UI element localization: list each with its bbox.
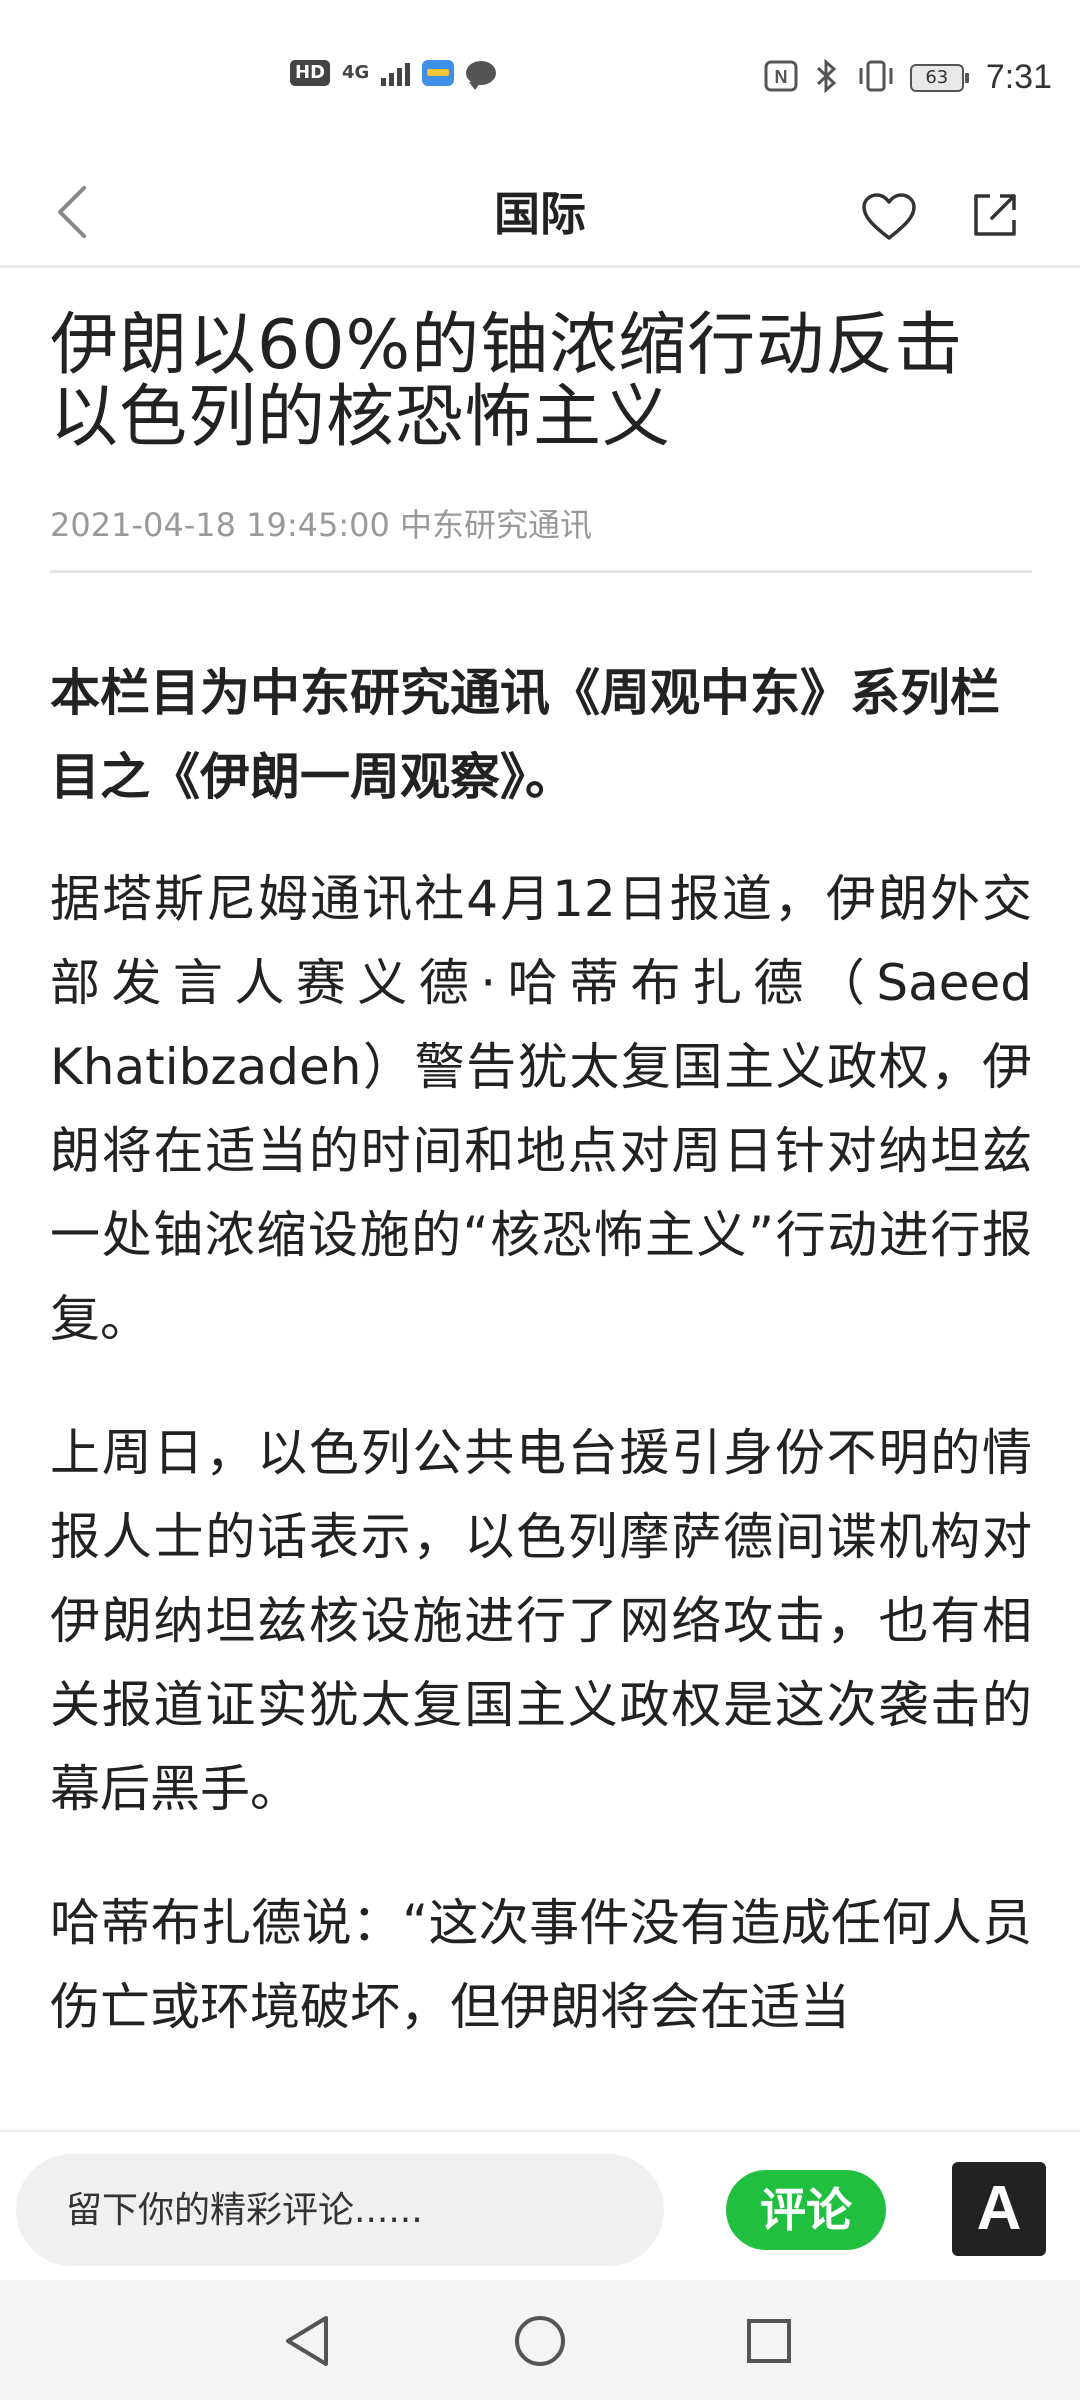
network-type-label: 4G [342,62,370,83]
clock: 7:31 [985,58,1052,96]
favorite-button[interactable] [856,184,922,250]
comment-button[interactable]: 评论 [726,2170,886,2250]
recents-square-icon [747,2319,791,2363]
article-title: 伊朗以60%的铀浓缩行动反击以色列的核恐怖主义 [50,306,964,457]
share-button[interactable] [962,182,1028,248]
article-date: 2021-04-18 19:45:00 [50,506,390,544]
heart-icon [862,193,916,240]
comment-input[interactable] [16,2154,664,2266]
status-bar: HD 4G N 63 7:31 [0,0,1080,160]
article-intro: 本栏目为中东研究通讯《周观中东》系列栏目之《伊朗一周观察》。 [50,664,1000,806]
font-size-button[interactable]: A [952,2162,1046,2256]
hd-icon: HD [290,60,331,86]
app-header: 国际 [0,160,1080,268]
nav-back-button[interactable] [272,2306,342,2376]
chat-icon [466,61,497,90]
article-paragraph: 上周日，以色列公共电台援引身份不明的情报人士的话表示，以色列摩萨德间谍机构对伊朗… [50,1424,1032,1818]
comment-bar: 评论 A [0,2130,1080,2280]
article-paragraph: 据塔斯尼姆通讯社4月12日报道，伊朗外交部发言人赛义德·哈蒂布扎德（Saeed … [50,870,1032,1348]
battery-level: 63 [925,67,949,88]
back-triangle-icon [286,2316,328,2366]
nfc-icon: N [764,60,798,96]
article-meta: 2021-04-18 19:45:00 中东研究通讯 [50,500,1032,546]
nav-recents-button[interactable] [734,2306,804,2376]
article-paragraph: 哈蒂布扎德说：“这次事件没有造成任何人员伤亡或环境破坏，但伊朗将会在适当 [50,1894,1032,2036]
status-left-icons: HD 4G [290,60,497,90]
status-right-icons: N 63 7:31 [764,58,1052,97]
divider [50,570,1032,573]
nav-home-button[interactable] [505,2306,575,2376]
article: 伊朗以60%的铀浓缩行动反击以色列的核恐怖主义 2021-04-18 19:45… [50,268,1032,2130]
battery-icon: 63 [909,63,969,92]
wallet-app-icon [422,60,455,86]
home-circle-icon [515,2316,565,2366]
article-source: 中东研究通讯 [400,506,593,544]
vibrate-icon [856,59,896,97]
bluetooth-icon [812,58,842,97]
system-nav-bar [0,2280,1080,2400]
svg-text:N: N [774,67,787,87]
share-icon [974,194,1016,236]
signal-icon [381,60,411,86]
